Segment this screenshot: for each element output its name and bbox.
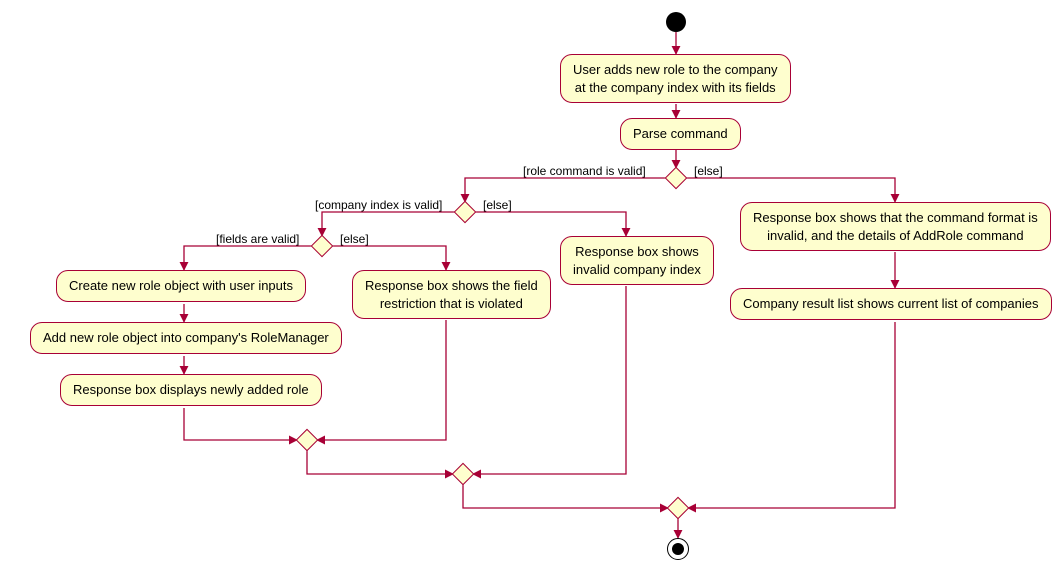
node-text: Response box showsinvalid company index — [573, 244, 701, 277]
guard-label: [role command is valid] — [523, 164, 646, 178]
action-response-field-violation: Response box shows the fieldrestriction … — [352, 270, 551, 319]
guard-label: [else] — [483, 198, 512, 212]
node-text: Add new role object into company's RoleM… — [43, 330, 329, 345]
guard-label: [fields are valid] — [216, 232, 299, 246]
guard-label: [company index is valid] — [315, 198, 442, 212]
action-create-role-object: Create new role object with user inputs — [56, 270, 306, 302]
node-text: Response box displays newly added role — [73, 382, 309, 397]
action-response-new-role: Response box displays newly added role — [60, 374, 322, 406]
action-add-role-object: Add new role object into company's RoleM… — [30, 322, 342, 354]
node-text: Response box shows that the command form… — [753, 210, 1038, 243]
action-response-invalid-format: Response box shows that the command form… — [740, 202, 1051, 251]
node-text: Parse command — [633, 126, 728, 141]
node-text: Response box shows the fieldrestriction … — [365, 278, 538, 311]
guard-label: [else] — [340, 232, 369, 246]
action-parse-command: Parse command — [620, 118, 741, 150]
start-node — [666, 12, 686, 32]
action-user-adds-role: User adds new role to the companyat the … — [560, 54, 791, 103]
action-response-invalid-index: Response box showsinvalid company index — [560, 236, 714, 285]
action-company-result-list: Company result list shows current list o… — [730, 288, 1052, 320]
guard-label: [else] — [694, 164, 723, 178]
node-text: User adds new role to the companyat the … — [573, 62, 778, 95]
node-text: Create new role object with user inputs — [69, 278, 293, 293]
end-node — [667, 538, 689, 560]
node-text: Company result list shows current list o… — [743, 296, 1039, 311]
